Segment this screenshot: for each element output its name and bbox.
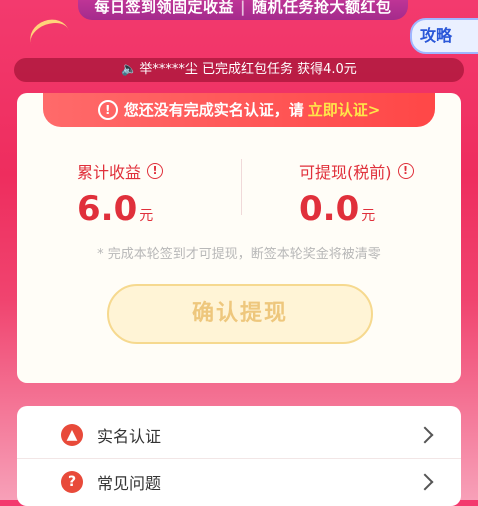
id-verify-icon: ▲: [61, 424, 83, 446]
ticker-text: 举*****尘 已完成红包任务 获得4.0元: [139, 62, 357, 77]
guide-tab-label: 攻略: [420, 26, 453, 45]
withdrawable-value: 0.0: [299, 189, 360, 229]
menu-list: ▲ 实名认证 ? 常见问题: [17, 406, 461, 506]
guide-tab-button[interactable]: 攻略: [410, 18, 478, 54]
top-banner: 每日签到领固定收益 | 随机任务抢大额红包: [78, 0, 408, 20]
confirm-withdraw-button[interactable]: 确认提现: [107, 284, 373, 344]
menu-item-faq-label: 常见问题: [97, 474, 162, 493]
menu-item-verify-label: 实名认证: [97, 427, 162, 446]
chevron-right-icon: [416, 426, 434, 444]
earned-unit: 元: [139, 208, 154, 224]
withdrawable-info-icon[interactable]: !: [397, 163, 414, 179]
question-icon: ?: [61, 471, 83, 493]
menu-item-faq[interactable]: ? 常见问题: [17, 459, 461, 505]
speaker-icon: 🔈: [121, 62, 138, 77]
withdraw-card: ! 您还没有完成实名认证，请 立即认证> 累计收益 ! 6.0 元 可提现(税前) !…: [17, 93, 461, 383]
chevron-right-icon: [416, 473, 434, 491]
earned-value: 6.0: [77, 189, 138, 229]
earned-stat: 累计收益 ! 6.0 元: [77, 159, 277, 229]
withdrawable-label: 可提现(税前): [299, 163, 392, 182]
verify-now-link[interactable]: 立即认证>: [308, 101, 381, 119]
banner-separator: |: [240, 0, 246, 16]
menu-item-verify[interactable]: ▲ 实名认证: [17, 412, 461, 459]
verify-alert[interactable]: ! 您还没有完成实名认证，请 立即认证>: [43, 93, 435, 127]
earned-info-icon[interactable]: !: [147, 163, 164, 179]
banner-left-text: 每日签到领固定收益: [94, 0, 234, 16]
stat-divider: [241, 159, 242, 215]
decoration-arc: [25, 14, 75, 60]
warning-icon: !: [97, 100, 118, 120]
ticker-bar: 🔈 举*****尘 已完成红包任务 获得4.0元: [14, 58, 464, 82]
earned-label: 累计收益: [77, 163, 142, 182]
alert-text: 您还没有完成实名认证，请: [123, 101, 304, 119]
banner-right-text: 随机任务抢大额红包: [251, 0, 392, 16]
withdrawable-stat: 可提现(税前) ! 0.0 元: [299, 159, 461, 229]
withdraw-notice: * 完成本轮签到才可提现，断签本轮奖金将被清零: [97, 247, 381, 262]
withdrawable-unit: 元: [361, 208, 376, 224]
